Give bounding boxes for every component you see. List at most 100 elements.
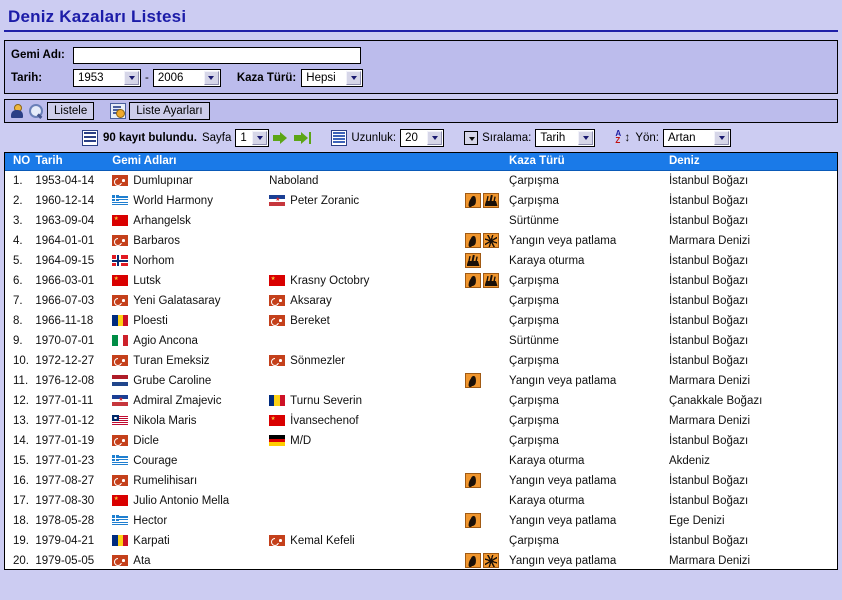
cell-date: 1976-12-08: [35, 370, 113, 391]
cell-sea: İstanbul Boğazı: [668, 250, 837, 271]
col-header-type[interactable]: Kaza Türü: [509, 153, 669, 171]
cell-ship-primary: ★ Lutsk: [112, 270, 270, 291]
accident-type-value: Hepsi: [306, 72, 336, 84]
table-row[interactable]: 13. 1977-01-12 Nikola Maris ★ İvansechenof Ça…: [5, 410, 837, 431]
table-row[interactable]: 18. 1978-05-28 Hector Yangın veya patlama Eg…: [5, 510, 837, 531]
cell-sea: İstanbul Boğazı: [668, 170, 837, 191]
flag-icon-secondary: [269, 355, 286, 366]
cell-accident-icons: [464, 210, 510, 231]
fire-icon: [464, 273, 481, 288]
table-row[interactable]: 16. 1977-08-27 Rumelihisarı Yangın veya pat…: [5, 470, 837, 491]
ship-name-input[interactable]: [73, 46, 361, 64]
length-select[interactable]: 20: [400, 129, 445, 147]
year-to-select[interactable]: 2006: [152, 69, 221, 87]
cell-ship-secondary: [269, 470, 465, 491]
cell-date: 1964-09-15: [35, 250, 113, 271]
cell-ship-secondary: [269, 330, 465, 351]
flag-icon-secondary: ★: [269, 195, 286, 206]
table-row[interactable]: 17. 1977-08-30 ★ Julio Antonio Mella Karaya …: [5, 490, 837, 511]
cell-accident-type: Yangın veya patlama: [509, 550, 669, 569]
col-header-icons: [464, 153, 510, 171]
next-page-icon[interactable]: [273, 131, 290, 146]
fire-icon: [464, 553, 481, 568]
table-row[interactable]: 5. 1964-09-15 Norhom Karaya oturma İstanbul …: [5, 250, 837, 271]
cell-sea: İstanbul Boğazı: [668, 310, 837, 331]
cell-sea: İstanbul Boğazı: [668, 290, 837, 311]
table-row[interactable]: 19. 1979-04-21 Karpati Kemal Kefeli Çarpışma…: [5, 530, 837, 551]
flag-icon-primary: ★: [112, 395, 129, 406]
table-row[interactable]: 20. 1979-05-05 Ata Yangın veya patlama Marma…: [5, 550, 837, 569]
ship-primary-name: Agio Ancona: [133, 334, 198, 347]
table-row[interactable]: 11. 1976-12-08 Grube Caroline Yangın veya p…: [5, 370, 837, 391]
cell-sea: İstanbul Boğazı: [668, 470, 837, 491]
ship-secondary-name: Peter Zoranic: [290, 194, 360, 207]
ship-primary-name: Turan Emeksiz: [133, 354, 210, 367]
cell-ship-secondary: [269, 210, 465, 231]
table-row[interactable]: 3. 1963-09-04 ★ Arhangelsk Sürtünme İstanbul …: [5, 210, 837, 231]
table-row[interactable]: 2. 1960-12-14 World Harmony ★ Peter Zoranic Ç…: [5, 190, 837, 211]
ship-primary-name: Admiral Zmajevic: [133, 394, 222, 407]
cell-accident-icons: [464, 230, 510, 251]
table-row[interactable]: 12. 1977-01-11 ★ Admiral Zmajevic Turnu Seve…: [5, 390, 837, 411]
cell-sea: İstanbul Boğazı: [668, 430, 837, 451]
table-row[interactable]: 15. 1977-01-23 Courage Karaya oturma Akdeniz: [5, 450, 837, 471]
cell-no: 8.: [5, 310, 36, 331]
col-header-sea[interactable]: Deniz: [668, 153, 837, 171]
list-settings-icon[interactable]: [110, 103, 127, 119]
cell-date: 1977-01-11: [35, 390, 113, 411]
ship-primary-name: Courage: [133, 454, 178, 467]
list-button[interactable]: Listele: [47, 102, 95, 120]
table-row[interactable]: 10. 1972-12-27 Turan Emeksiz Sönmezler Çarpı…: [5, 350, 837, 371]
cell-accident-icons: [464, 350, 510, 371]
cell-ship-primary: Rumelihisarı: [112, 470, 270, 491]
table-row[interactable]: 1. 1953-04-14 Dumlupınar Naboland Çarpışma İs…: [5, 170, 837, 191]
fire-icon: [464, 473, 481, 488]
direction-select[interactable]: Artan: [663, 129, 731, 147]
cell-ship-primary: ★ Julio Antonio Mella: [112, 490, 270, 511]
col-header-no[interactable]: NO: [5, 153, 36, 171]
table-row[interactable]: 14. 1977-01-19 Dicle M/D Çarpışma İstanbul Bo…: [5, 430, 837, 451]
cell-sea: İstanbul Boğazı: [668, 330, 837, 351]
accident-type-select[interactable]: Hepsi: [301, 69, 364, 87]
cell-ship-secondary: [269, 250, 465, 271]
ship-secondary-name: Kemal Kefeli: [290, 534, 355, 547]
cell-sea: İstanbul Boğazı: [668, 190, 837, 211]
cell-sea: İstanbul Boğazı: [668, 350, 837, 371]
cell-accident-icons: [464, 170, 510, 191]
list-settings-button[interactable]: Liste Ayarları: [129, 102, 210, 120]
cell-date: 1977-01-23: [35, 450, 113, 471]
sort-select[interactable]: Tarih: [535, 129, 596, 147]
search-icon[interactable]: [28, 103, 44, 119]
col-header-ship2: [269, 153, 465, 171]
col-header-ships[interactable]: Gemi Adları: [112, 153, 270, 171]
cell-accident-type: Karaya oturma: [509, 450, 669, 471]
cell-no: 4.: [5, 230, 36, 251]
table-row[interactable]: 6. 1966-03-01 ★ Lutsk ★ Krasny Octobry Çarpışm…: [5, 270, 837, 291]
cell-no: 6.: [5, 270, 36, 291]
blast-icon: [482, 233, 499, 248]
table-row[interactable]: 8. 1966-11-18 Ploesti Bereket Çarpışma İstanb…: [5, 310, 837, 331]
cell-sea: Çanakkale Boğazı: [668, 390, 837, 411]
ship-primary-name: Barbaros: [133, 234, 180, 247]
table-row[interactable]: 9. 1970-07-01 Agio Ancona Sürtünme İstanbul …: [5, 330, 837, 351]
cell-no: 7.: [5, 290, 36, 311]
page-select[interactable]: 1: [235, 129, 270, 147]
cell-ship-secondary: [269, 490, 465, 511]
cell-date: 1970-07-01: [35, 330, 113, 351]
col-header-date[interactable]: Tarih: [35, 153, 113, 171]
year-from-select[interactable]: 1953: [73, 69, 141, 87]
cell-no: 15.: [5, 450, 36, 471]
ship-primary-name: Dicle: [133, 434, 159, 447]
table-row[interactable]: 7. 1966-07-03 Yeni Galatasaray Aksaray Çarpı…: [5, 290, 837, 311]
flag-icon-primary: [112, 295, 129, 306]
ship-name-row: Gemi Adı:: [11, 45, 831, 65]
ship-primary-name: Yeni Galatasaray: [133, 294, 221, 307]
table-row[interactable]: 4. 1964-01-01 Barbaros Yangın veya patlama M…: [5, 230, 837, 251]
fire-icon: [464, 373, 481, 388]
date-range-dash: -: [145, 72, 149, 84]
cell-date: 1966-11-18: [35, 310, 113, 331]
last-page-icon[interactable]: [294, 131, 312, 146]
page-title: Deniz Kazaları Listesi: [8, 7, 187, 26]
cell-accident-icons: [464, 370, 510, 391]
cell-sea: Marmara Denizi: [668, 230, 837, 251]
